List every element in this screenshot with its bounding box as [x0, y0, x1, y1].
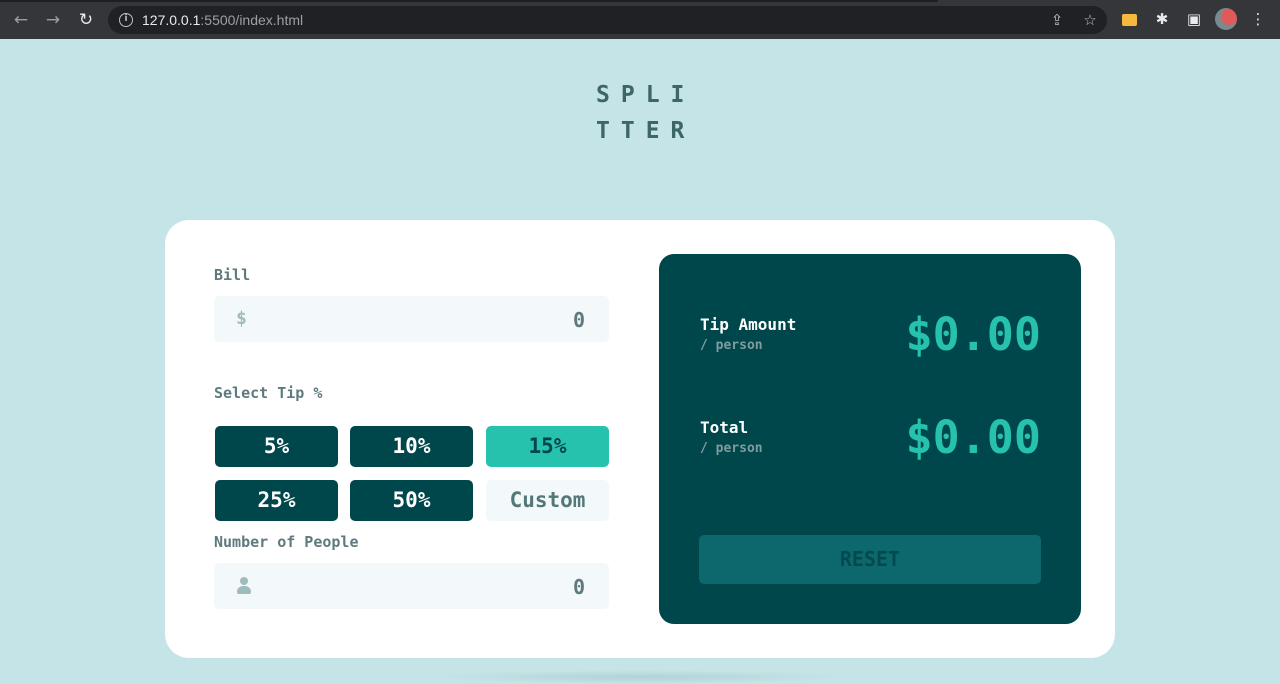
- kebab-menu-icon[interactable]: ⋮: [1249, 10, 1267, 28]
- share-icon[interactable]: ⇪: [1048, 11, 1066, 29]
- tab-strip-edge: [0, 0, 938, 2]
- tip-button-5[interactable]: 5%: [215, 426, 338, 467]
- tip-button-50[interactable]: 50%: [350, 480, 473, 521]
- info-icon[interactable]: i: [119, 13, 133, 27]
- total-title: Total: [700, 418, 749, 437]
- splitter-logo: SPLI TTER: [596, 77, 696, 149]
- bill-input[interactable]: $ 0: [214, 296, 609, 342]
- star-icon[interactable]: ☆: [1081, 11, 1099, 29]
- custom-tip-input[interactable]: Custom: [486, 480, 609, 521]
- logo-line-1: SPLI: [596, 82, 696, 108]
- bill-label: Bill: [214, 266, 251, 284]
- back-arrow-icon[interactable]: ←: [10, 9, 32, 31]
- people-input[interactable]: 0: [214, 563, 609, 609]
- side-panel-icon[interactable]: ▣: [1185, 10, 1203, 28]
- people-value[interactable]: 0: [573, 575, 585, 599]
- total-per-person: / person: [700, 441, 763, 456]
- number-of-people-label: Number of People: [214, 533, 359, 551]
- footer-shadow: [430, 670, 850, 684]
- puzzle-icon[interactable]: ✱: [1153, 10, 1171, 28]
- reload-icon[interactable]: ↻: [75, 9, 97, 31]
- avatar[interactable]: [1215, 8, 1237, 30]
- tip-button-15[interactable]: 15%: [486, 426, 609, 467]
- result-panel: Tip Amount / person $0.00 Total / person…: [659, 254, 1081, 624]
- address-bar[interactable]: i 127.0.0.1:5500/index.html ⇪ ☆: [108, 6, 1107, 34]
- dollar-icon: $: [236, 308, 247, 329]
- url-text[interactable]: 127.0.0.1:5500/index.html: [142, 11, 303, 29]
- select-tip-label: Select Tip %: [214, 384, 323, 402]
- tip-amount-title: Tip Amount: [700, 315, 797, 334]
- total-value: $0.00: [905, 411, 1041, 464]
- bill-value[interactable]: 0: [573, 308, 585, 332]
- reset-button[interactable]: RESET: [699, 535, 1041, 584]
- tip-amount-per-person: / person: [700, 338, 763, 353]
- tip-amount-value: $0.00: [905, 308, 1041, 361]
- tip-button-25[interactable]: 25%: [215, 480, 338, 521]
- person-icon: [237, 577, 251, 595]
- logo-line-2: TTER: [596, 118, 696, 144]
- browser-toolbar: ← → ↻ i 127.0.0.1:5500/index.html ⇪ ☆ ✱ …: [0, 0, 1280, 39]
- tip-button-10[interactable]: 10%: [350, 426, 473, 467]
- folder-icon[interactable]: [1122, 14, 1137, 26]
- forward-arrow-icon[interactable]: →: [42, 9, 64, 31]
